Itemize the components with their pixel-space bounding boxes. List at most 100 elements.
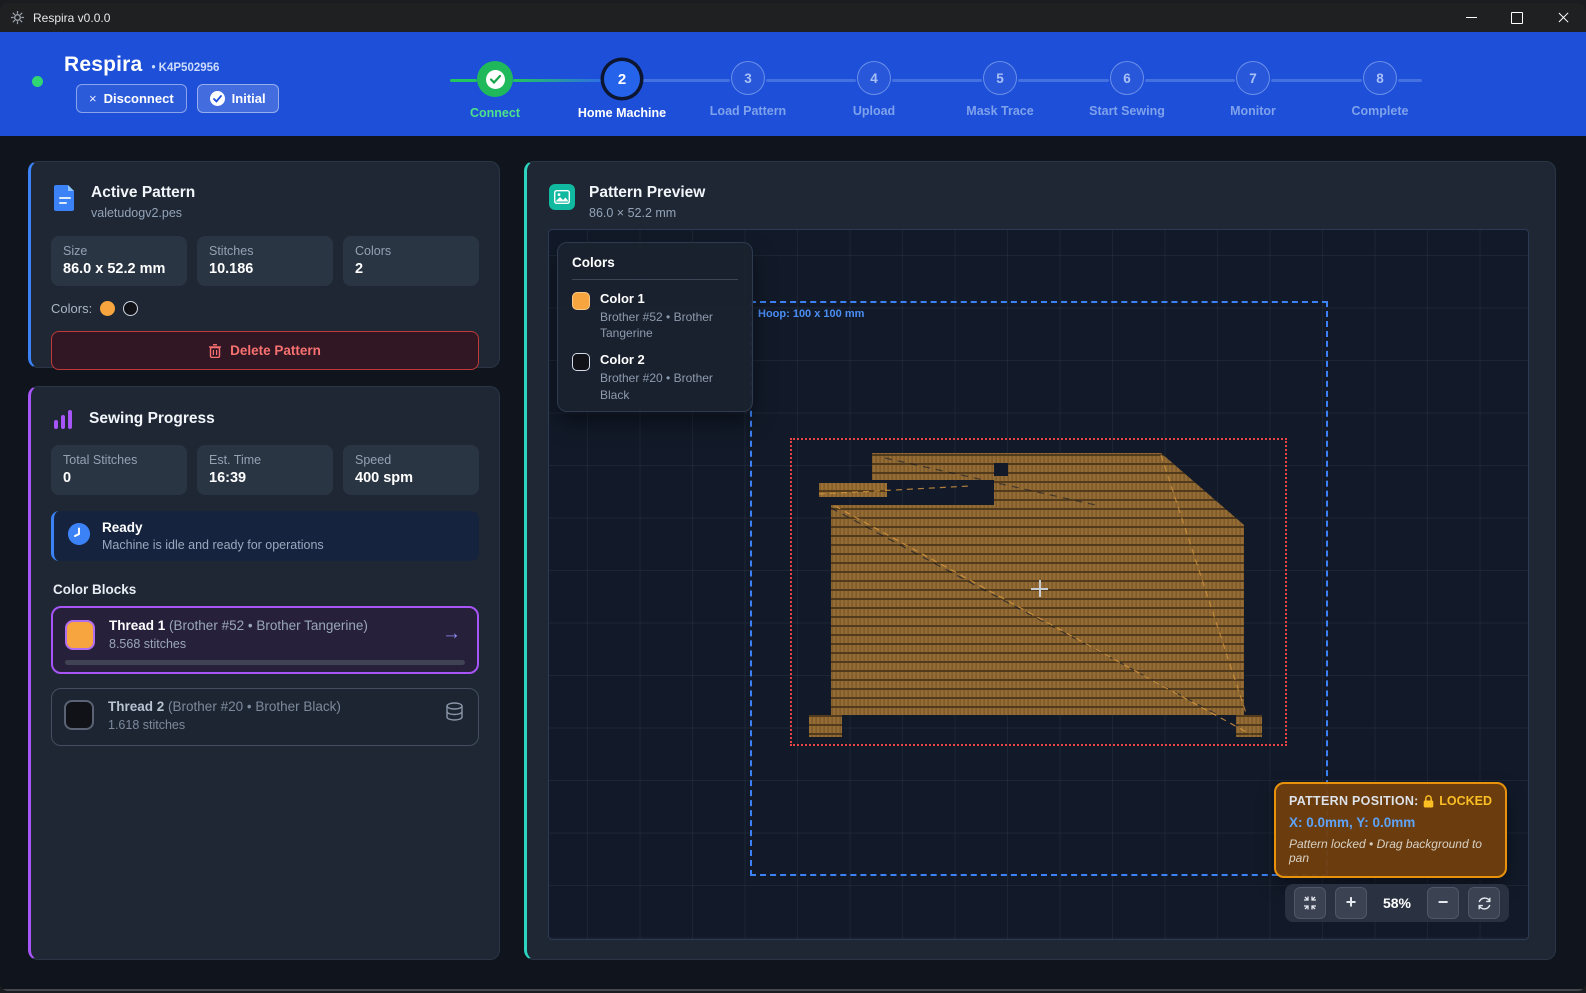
pattern-filename: valetudogv2.pes xyxy=(91,206,195,220)
stat-est-time: Est. Time 16:39 xyxy=(197,445,333,495)
step-label: Load Pattern xyxy=(683,104,813,118)
pattern-coordinates: X: 0.0mm, Y: 0.0mm xyxy=(1289,815,1492,830)
stat-total-stitches: Total Stitches 0 xyxy=(51,445,187,495)
colors-label: Colors: xyxy=(51,301,92,316)
plus-icon: + xyxy=(1346,893,1357,911)
trash-icon xyxy=(209,344,221,358)
color-blocks-title: Color Blocks xyxy=(31,561,499,606)
step-connect[interactable]: Connect xyxy=(430,61,560,120)
active-pattern-card: Active Pattern valetudogv2.pes Size 86.0… xyxy=(28,161,500,368)
step-start-sewing[interactable]: 6 Start Sewing xyxy=(1062,61,1192,118)
window-title: Respira v0.0.0 xyxy=(33,11,110,25)
app-window: Respira v0.0.0 Respira • K4P502956 × Dis… xyxy=(0,3,1586,991)
sewing-progress-title: Sewing Progress xyxy=(89,410,215,428)
zoom-in-button[interactable]: + xyxy=(1335,887,1367,919)
app-name: Respira xyxy=(64,53,142,77)
pattern-preview-title: Pattern Preview xyxy=(589,184,705,202)
thread-detail: (Brother #52 • Brother Tangerine) xyxy=(169,618,368,633)
pattern-position-overlay: PATTERN POSITION: LOCKED X: 0.0mm, Y: 0.… xyxy=(1274,782,1507,878)
legend-swatch-black xyxy=(572,353,590,371)
zoom-out-button[interactable]: − xyxy=(1427,887,1459,919)
legend-item-color2: Color 2 Brother #20 • Brother Black xyxy=(572,352,738,402)
stat-colors: Colors 2 xyxy=(343,236,479,286)
step-monitor[interactable]: 7 Monitor xyxy=(1188,61,1318,118)
minimize-icon xyxy=(1466,17,1477,18)
step-label: Home Machine xyxy=(557,106,687,120)
step-number: 7 xyxy=(1236,61,1270,95)
hoop-label: Hoop: 100 x 100 mm xyxy=(758,308,1326,320)
status-title: Ready xyxy=(102,520,324,535)
reset-view-button[interactable] xyxy=(1468,887,1500,919)
preview-canvas[interactable]: Hoop: 100 x 100 mm xyxy=(548,229,1529,940)
delete-pattern-label: Delete Pattern xyxy=(230,343,321,358)
zoom-level: 58% xyxy=(1376,895,1418,911)
step-number: 6 xyxy=(1110,61,1144,95)
close-icon xyxy=(1557,11,1570,24)
locked-badge: LOCKED xyxy=(1439,794,1492,808)
zoom-controls: + 58% − xyxy=(1285,884,1509,922)
stat-speed: Speed 400 spm xyxy=(343,445,479,495)
thread-stitch-count: 1.618 stitches xyxy=(108,718,341,732)
step-label: Upload xyxy=(809,104,939,118)
legend-color-name: Color 1 xyxy=(600,291,718,306)
compress-icon xyxy=(1303,896,1317,910)
document-icon xyxy=(53,184,77,212)
initial-button[interactable]: Initial xyxy=(197,84,279,113)
titlebar: Respira v0.0.0 xyxy=(0,3,1586,32)
x-icon: × xyxy=(89,91,97,106)
step-number: 2 xyxy=(604,61,640,97)
legend-color-name: Color 2 xyxy=(600,352,718,367)
pattern-lock-note: Pattern locked • Drag background to pan xyxy=(1289,837,1492,865)
step-label: Start Sewing xyxy=(1062,104,1192,118)
step-upload[interactable]: 4 Upload xyxy=(809,61,939,118)
minimize-button[interactable] xyxy=(1448,3,1494,32)
pattern-position-label: PATTERN POSITION: xyxy=(1289,794,1419,808)
refresh-icon xyxy=(1477,896,1492,911)
legend-title: Colors xyxy=(572,255,738,280)
thread-name: Thread 2 xyxy=(108,699,164,714)
header: Respira • K4P502956 × Disconnect Initial xyxy=(0,32,1586,136)
step-number: 8 xyxy=(1363,61,1397,95)
thread-2-block[interactable]: Thread 2 (Brother #20 • Brother Black) 1… xyxy=(51,688,479,746)
thread-name: Thread 1 xyxy=(109,618,165,633)
status-description: Machine is idle and ready for operations xyxy=(102,538,324,552)
step-label: Monitor xyxy=(1188,104,1318,118)
thread-1-swatch xyxy=(65,620,95,650)
delete-pattern-button[interactable]: Delete Pattern xyxy=(51,331,479,370)
canvas-center-crosshair xyxy=(1031,580,1048,597)
disconnect-button[interactable]: × Disconnect xyxy=(76,84,187,113)
disconnect-label: Disconnect xyxy=(104,91,174,106)
legend-item-color1: Color 1 Brother #52 • Brother Tangerine xyxy=(572,291,738,341)
fit-view-button[interactable] xyxy=(1294,887,1326,919)
maximize-button[interactable] xyxy=(1494,3,1540,32)
step-label: Complete xyxy=(1315,104,1445,118)
thread-2-swatch xyxy=(64,700,94,730)
layers-icon xyxy=(445,702,464,722)
machine-serial: • K4P502956 xyxy=(151,62,219,74)
minus-icon: − xyxy=(1438,893,1449,911)
step-label: Mask Trace xyxy=(935,104,1065,118)
step-load-pattern[interactable]: 3 Load Pattern xyxy=(683,61,813,118)
step-mask-trace[interactable]: 5 Mask Trace xyxy=(935,61,1065,118)
arrow-right-icon: → xyxy=(442,623,461,645)
thread-1-progress-bar xyxy=(65,660,465,665)
close-button[interactable] xyxy=(1540,3,1586,32)
legend-swatch-orange xyxy=(572,292,590,310)
step-home-machine[interactable]: 2 Home Machine xyxy=(557,61,687,120)
step-label: Connect xyxy=(430,106,560,120)
initial-label: Initial xyxy=(232,91,266,106)
legend-color-desc: Brother #52 • Brother Tangerine xyxy=(600,309,718,341)
clock-icon xyxy=(68,523,90,545)
step-complete[interactable]: 8 Complete xyxy=(1315,61,1445,118)
app-icon xyxy=(10,10,25,25)
thread-1-block[interactable]: Thread 1 (Brother #52 • Brother Tangerin… xyxy=(51,606,479,674)
machine-status-banner: Ready Machine is idle and ready for oper… xyxy=(51,511,479,561)
maximize-icon xyxy=(1511,12,1523,24)
check-circle-icon xyxy=(210,91,225,106)
legend-color-desc: Brother #20 • Brother Black xyxy=(600,370,718,402)
step-number: 3 xyxy=(731,61,765,95)
thread-stitch-count: 8.568 stitches xyxy=(109,637,368,651)
connection-status-dot xyxy=(32,76,43,87)
color-swatch-orange xyxy=(100,301,115,316)
pattern-preview-card: Pattern Preview 86.0 × 52.2 mm Hoop: 100… xyxy=(524,161,1556,960)
